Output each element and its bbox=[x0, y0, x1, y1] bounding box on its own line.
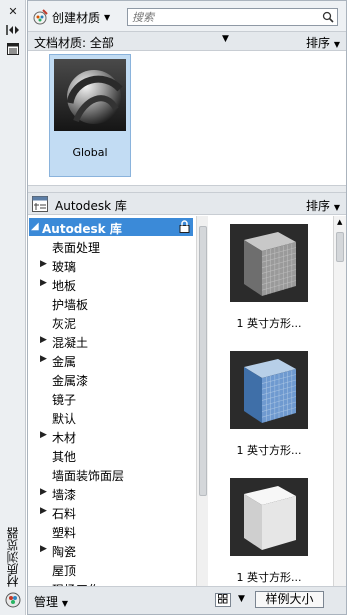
properties-icon[interactable] bbox=[6, 42, 20, 56]
search-box[interactable] bbox=[127, 8, 338, 26]
view-mode-icon[interactable] bbox=[215, 593, 231, 607]
tree-root-autodesk-library[interactable]: ◢ Autodesk 库 bbox=[29, 218, 193, 236]
tree-item-label: 默认 bbox=[52, 412, 77, 426]
palette-title: 材质浏览器 bbox=[6, 527, 20, 587]
expand-arrow-icon[interactable]: ▶ bbox=[40, 506, 47, 516]
tree-item-label: 表面处理 bbox=[52, 241, 101, 255]
swatch-caption: 1 英寸方形... bbox=[236, 571, 302, 584]
tree-item[interactable]: 默认 bbox=[28, 409, 188, 427]
library-icon[interactable] bbox=[32, 196, 48, 212]
swatch-thumbnail bbox=[230, 224, 308, 302]
material-swatch[interactable]: 1 英寸方形... bbox=[230, 478, 308, 585]
bottom-bar: 管理 ▼ ▼ 样例大小 bbox=[28, 586, 346, 614]
tree-item[interactable]: ▶ 地板 bbox=[28, 276, 188, 294]
library-sort-button[interactable]: 排序 ▼ bbox=[306, 197, 340, 214]
create-material-label: 创建材质 bbox=[52, 10, 101, 25]
material-name: Global bbox=[72, 146, 108, 159]
expand-arrow-icon[interactable]: ▶ bbox=[40, 278, 47, 288]
toolbar: 创建材质 ▼ bbox=[28, 1, 346, 32]
auto-hide-icon[interactable] bbox=[6, 23, 20, 37]
tree-item[interactable]: 塑料 bbox=[28, 523, 188, 541]
material-swatch[interactable]: 1 英寸方形... bbox=[230, 351, 308, 458]
tree-item-label: 墙面装饰面层 bbox=[52, 469, 125, 483]
tree-item[interactable]: ▶ 混凝土 bbox=[28, 333, 188, 351]
chevron-down-icon: ▼ bbox=[104, 12, 111, 22]
tree-item-label: 木材 bbox=[52, 431, 77, 445]
material-swatch[interactable]: 1 英寸方形... bbox=[230, 224, 308, 331]
tree-item-label: 石料 bbox=[52, 507, 77, 521]
tree-item[interactable]: 护墙板 bbox=[28, 295, 188, 313]
swatch-caption: 1 英寸方形... bbox=[236, 444, 302, 457]
tree-item-label: 混凝土 bbox=[52, 336, 89, 350]
tree-item-label: 地板 bbox=[52, 279, 77, 293]
material-swatch-list: 1 英寸方形... 1 英寸方形... 1 英寸方形... bbox=[209, 216, 333, 586]
material-card-global[interactable]: Global bbox=[49, 54, 131, 177]
expand-arrow-icon[interactable]: ▶ bbox=[40, 259, 47, 269]
tree-item[interactable]: 墙面装饰面层 bbox=[28, 466, 188, 484]
tree-item[interactable]: ▶ 玻璃 bbox=[28, 257, 188, 275]
expand-arrow-icon[interactable]: ▶ bbox=[40, 544, 47, 554]
swatch-thumbnail bbox=[230, 351, 308, 429]
document-materials-filter[interactable]: 文档材质: 全部 bbox=[34, 34, 114, 51]
document-materials-area: Global bbox=[28, 51, 346, 191]
tree-item-label: 塑料 bbox=[52, 526, 77, 540]
tree-item[interactable]: ▶ 石料 bbox=[28, 504, 188, 522]
scroll-up-icon[interactable]: ▲ bbox=[337, 218, 342, 226]
tree-item-label: 墙漆 bbox=[52, 488, 77, 502]
tree-item[interactable]: ▶ 金属 bbox=[28, 352, 188, 370]
swatch-thumbnail bbox=[230, 478, 308, 556]
tree-scrollbar[interactable] bbox=[196, 216, 208, 586]
material-browser-icon bbox=[4, 591, 22, 609]
lock-icon bbox=[179, 220, 190, 233]
tree-item[interactable]: 其他 bbox=[28, 447, 188, 465]
document-sort-button[interactable]: 排序 ▼ bbox=[306, 34, 340, 51]
library-tree: ◢ Autodesk 库 表面处理 ▶ 玻璃 ▶ 地板护墙板灰泥 ▶ 混凝土 ▶ 金属金属漆镜子… bbox=[28, 216, 196, 586]
swatch-caption: 1 英寸方形... bbox=[236, 317, 302, 330]
tree-item[interactable]: 屋顶 bbox=[28, 561, 188, 579]
tree-item[interactable]: 金属漆 bbox=[28, 371, 188, 389]
expand-arrow-icon[interactable]: ▶ bbox=[40, 335, 47, 345]
tree-item-label: 镜子 bbox=[52, 393, 77, 407]
library-header: Autodesk 库 排序 ▼ bbox=[28, 193, 346, 215]
swatch-size-button[interactable]: 样例大小 bbox=[255, 591, 324, 608]
swatch-scroll-thumb[interactable] bbox=[336, 232, 344, 262]
tree-item[interactable]: 灰泥 bbox=[28, 314, 188, 332]
material-browser-panel: 创建材质 ▼ 文档材质: 全部 ▼ 排序 ▼ bbox=[27, 0, 347, 615]
tree-item-label: 其他 bbox=[52, 450, 77, 464]
tree-item[interactable]: ▶ 陶瓷 bbox=[28, 542, 188, 560]
expand-arrow-icon[interactable]: ◢ bbox=[31, 221, 39, 232]
tree-item-label: 金属 bbox=[52, 355, 77, 369]
create-material-icon bbox=[33, 9, 48, 25]
search-input[interactable] bbox=[128, 9, 308, 25]
manage-button[interactable]: 管理 ▼ bbox=[34, 593, 68, 610]
tree-item-label: 灰泥 bbox=[52, 317, 77, 331]
tree-item-label: 金属漆 bbox=[52, 374, 89, 388]
tree-scroll-thumb[interactable] bbox=[199, 226, 207, 496]
chevron-down-icon[interactable]: ▼ bbox=[238, 594, 245, 604]
tree-item-label: 陶瓷 bbox=[52, 545, 77, 559]
document-materials-bar: 文档材质: 全部 ▼ 排序 ▼ bbox=[28, 32, 346, 51]
create-material-button[interactable]: 创建材质 ▼ bbox=[32, 8, 110, 26]
tree-item-label: 护墙板 bbox=[52, 298, 89, 312]
tree-item-label: 玻璃 bbox=[52, 260, 77, 274]
close-icon[interactable]: ✕ bbox=[6, 4, 20, 18]
material-thumbnail bbox=[54, 59, 126, 131]
expand-arrow-icon[interactable]: ▶ bbox=[40, 430, 47, 440]
tree-item[interactable]: ▶ 墙漆 bbox=[28, 485, 188, 503]
panel-splitter[interactable] bbox=[28, 185, 346, 193]
tree-item[interactable]: ▶ 木材 bbox=[28, 428, 188, 446]
search-icon[interactable] bbox=[322, 11, 334, 23]
library-title: Autodesk 库 bbox=[55, 199, 127, 213]
tree-item[interactable]: 表面处理 bbox=[28, 238, 188, 256]
tree-item-label: 屋顶 bbox=[52, 564, 77, 578]
palette-title-bar: ✕ 材质浏览器 bbox=[0, 0, 26, 615]
expand-arrow-icon[interactable]: ▶ bbox=[40, 354, 47, 364]
chevron-down-icon[interactable]: ▼ bbox=[222, 34, 229, 44]
expand-arrow-icon[interactable]: ▶ bbox=[40, 487, 47, 497]
swatch-scrollbar[interactable]: ▲ bbox=[333, 216, 346, 586]
tree-item[interactable]: 镜子 bbox=[28, 390, 188, 408]
